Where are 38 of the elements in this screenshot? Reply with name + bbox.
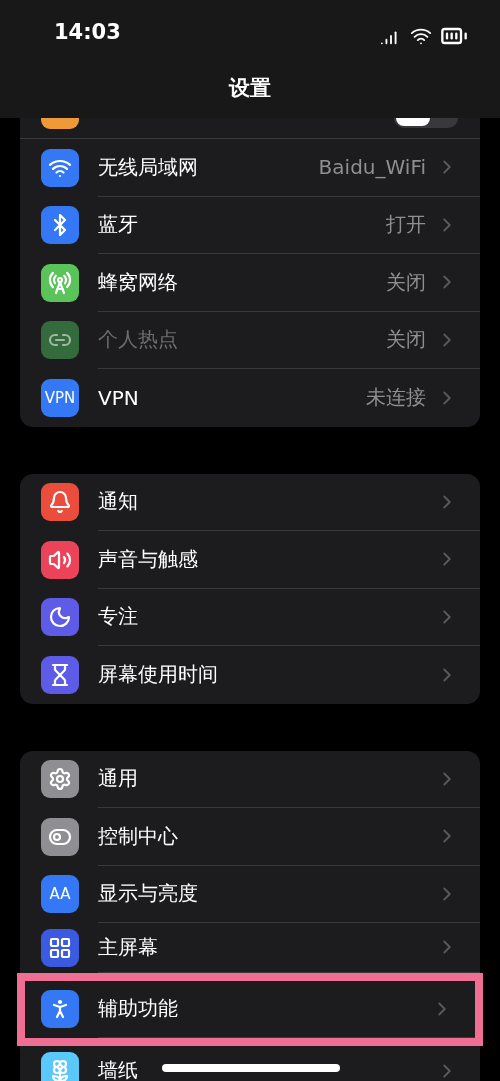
row-label: 辅助功能: [98, 995, 178, 1023]
row-label: 无线局域网: [98, 153, 198, 181]
page-title: 设置: [229, 76, 271, 100]
status-time: 14:03: [54, 20, 121, 44]
settings-row[interactable]: VPN VPN 未连接: [20, 369, 480, 427]
row-label: 屏幕使用时间: [98, 661, 218, 689]
row-label: 显示与亮度: [98, 880, 198, 908]
settings-row[interactable]: 声音与触感: [20, 531, 480, 589]
toggle-switch[interactable]: [394, 118, 458, 128]
row-value: 打开: [386, 211, 426, 239]
row-label: VPN: [98, 385, 139, 410]
row-label: 专注: [98, 603, 138, 631]
row-label: 蓝牙: [98, 211, 138, 239]
row-value: Baidu_WiFi: [318, 155, 426, 180]
row-label: 通知: [98, 488, 138, 516]
settings-row[interactable]: 通知: [20, 473, 480, 531]
app-icon: AA: [41, 875, 79, 914]
row-label: 控制中心: [98, 822, 178, 850]
settings-row[interactable]: AA 显示与亮度: [20, 865, 480, 923]
settings-row[interactable]: 蓝牙 打开: [20, 196, 480, 254]
settings-row[interactable]: 辅助功能: [17, 972, 483, 1046]
row-label: 蜂窝网络: [98, 268, 178, 296]
row-label: 主屏幕: [98, 933, 158, 961]
app-icon: VPN: [41, 378, 79, 417]
settings-row[interactable]: 蜂窝网络 关闭: [20, 254, 480, 312]
row-label: 通用: [98, 765, 138, 793]
settings-row[interactable]: 控制中心: [20, 808, 480, 866]
row-value: 关闭: [386, 268, 426, 296]
row-label: 墙纸: [98, 1057, 138, 1081]
settings-row[interactable]: 主屏幕: [20, 923, 480, 973]
row-value: 关闭: [386, 326, 426, 354]
settings-row[interactable]: 通用: [20, 750, 480, 808]
settings-row[interactable]: 无线局域网 Baidu_WiFi: [20, 139, 480, 197]
settings-row[interactable]: 屏幕使用时间: [20, 646, 480, 704]
row-label: 个人热点: [98, 326, 178, 354]
row-label: 声音与触感: [98, 545, 198, 573]
settings-row[interactable]: 专注: [20, 588, 480, 646]
row-value: 未连接: [366, 384, 426, 412]
